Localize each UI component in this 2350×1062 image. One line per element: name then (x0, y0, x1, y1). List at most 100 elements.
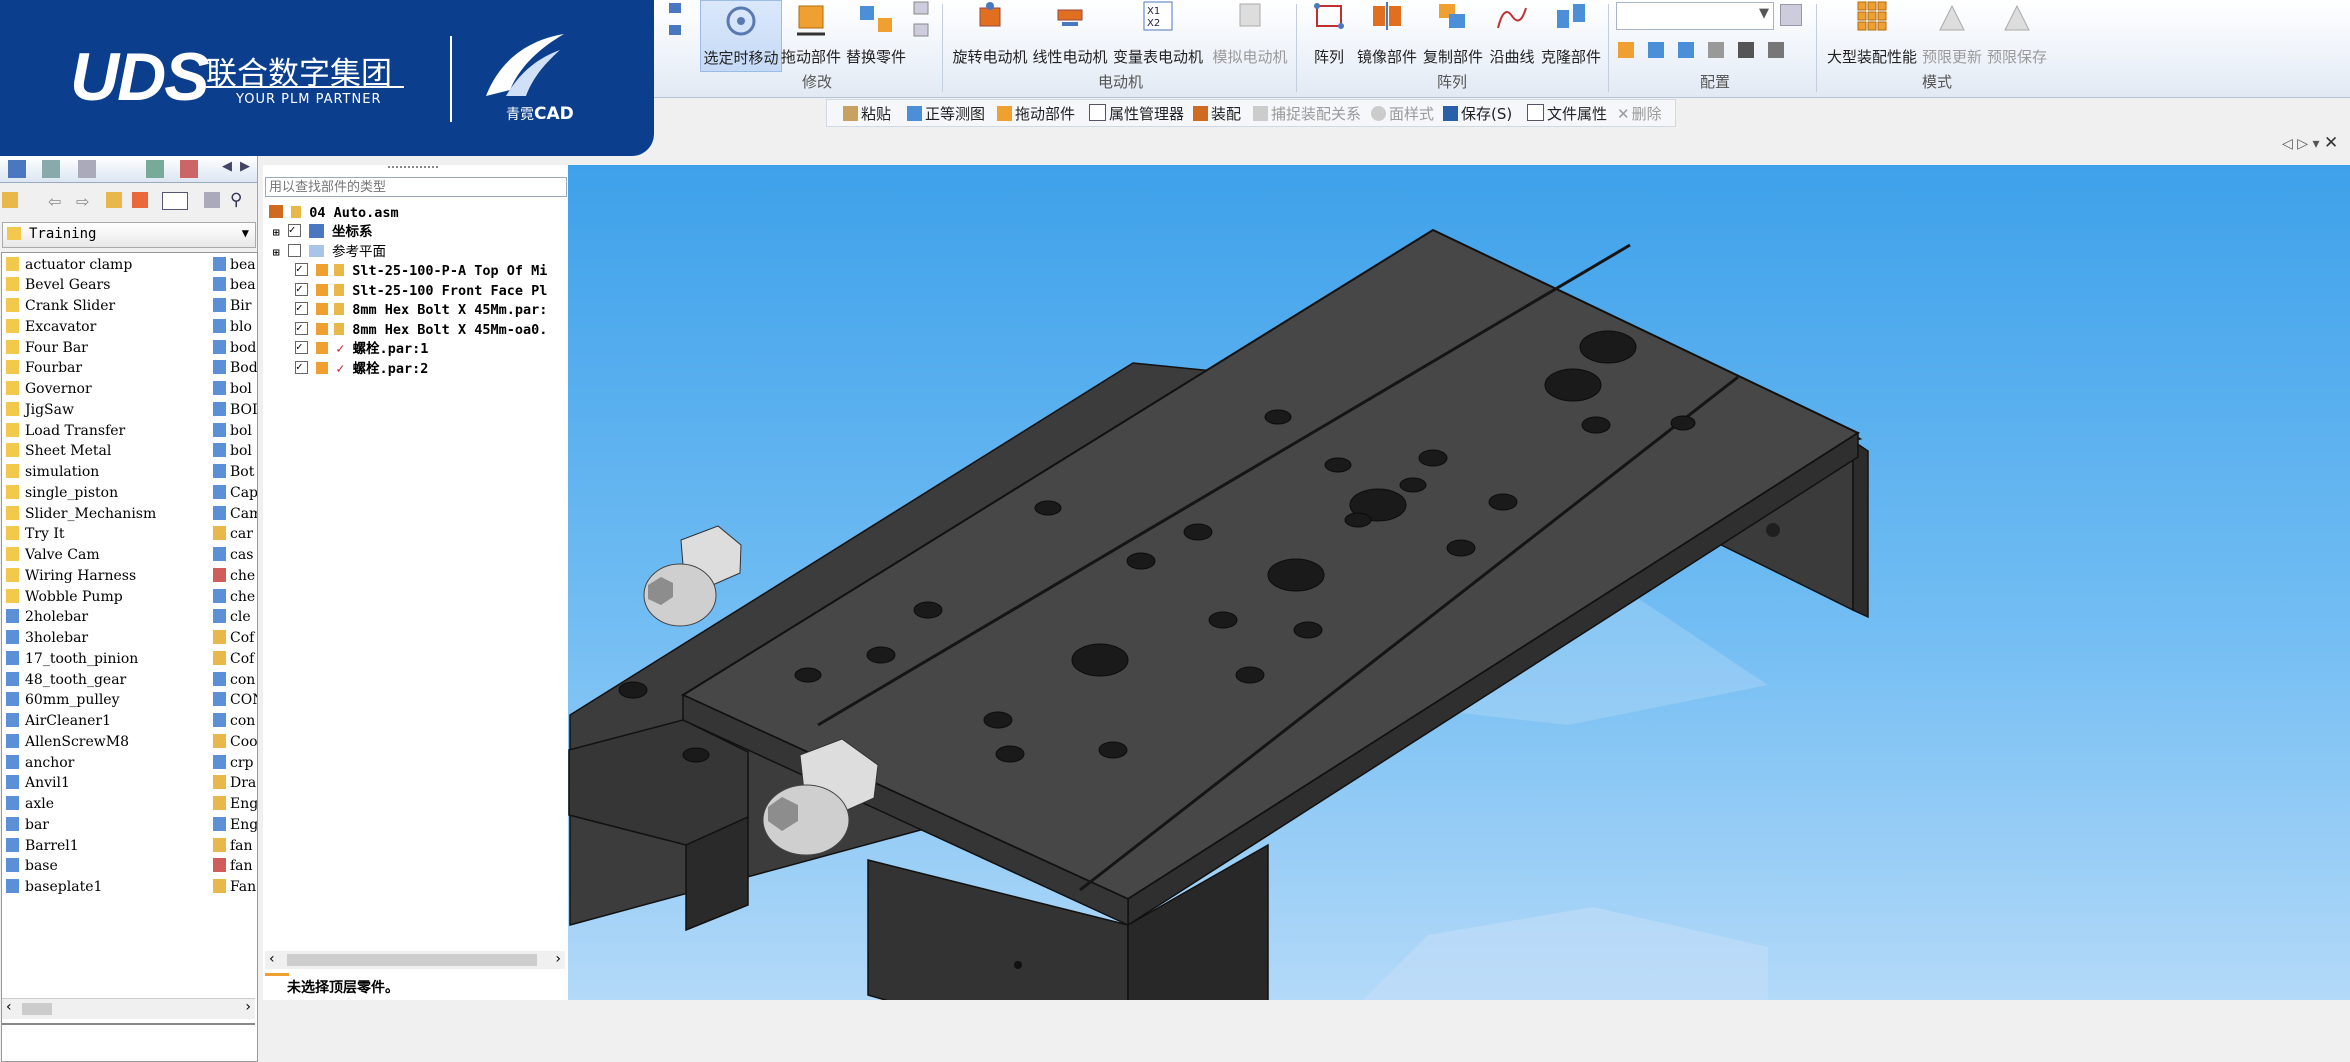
library-item[interactable]: con (213, 711, 257, 731)
limit-update-button[interactable]: 预限更新 (1920, 0, 1984, 70)
visibility-checkbox[interactable] (295, 318, 308, 337)
replace-part-button[interactable]: 替换零件 (845, 0, 907, 70)
nav-right-icon[interactable]: ▷ (2297, 136, 2308, 152)
copy-part-button[interactable]: 复制部件 (1420, 0, 1486, 70)
visibility-checkbox[interactable] (295, 337, 308, 356)
library-item[interactable]: Bir (213, 296, 257, 316)
library-item[interactable]: Excavator (6, 317, 96, 337)
library-item[interactable]: Dra (213, 773, 257, 793)
config-settings-icon[interactable] (1780, 4, 1802, 26)
library-item[interactable]: 17_tooth_pinion (6, 649, 138, 669)
tab-library-icon[interactable] (8, 160, 26, 178)
isometric-view-command[interactable]: 正等测图 (907, 103, 985, 124)
library-item[interactable]: con (213, 670, 257, 690)
library-item[interactable]: bea (213, 255, 257, 275)
library-item[interactable]: Bevel Gears (6, 275, 110, 295)
library-item[interactable]: Cap (213, 483, 257, 503)
library-item[interactable]: Crank Slider (6, 296, 115, 316)
configuration-dropdown[interactable]: ▼ (1616, 2, 1774, 30)
mini-tool-column[interactable] (668, 0, 682, 70)
tab-tree-icon[interactable] (42, 160, 60, 178)
chevron-left-icon[interactable]: ‹ (269, 951, 275, 967)
library-item[interactable]: Wobble Pump (6, 587, 123, 607)
library-item[interactable]: blo (213, 317, 257, 337)
library-item[interactable]: 3holebar (6, 628, 88, 648)
library-item[interactable]: che (213, 566, 257, 586)
chevron-down-icon[interactable]: ▾ (2312, 136, 2319, 152)
scroll-thumb[interactable] (22, 1003, 52, 1015)
drag-part-command[interactable]: 拖动部件 (997, 103, 1075, 124)
library-item[interactable]: bol (213, 379, 257, 399)
expand-icon[interactable]: ⊞ (273, 246, 280, 259)
library-item[interactable]: 48_tooth_gear (6, 670, 126, 690)
chevron-left-icon[interactable]: ‹ (6, 999, 12, 1015)
property-manager-command[interactable]: 属性管理器 (1089, 103, 1184, 124)
library-item[interactable]: AllenScrewM8 (6, 732, 129, 752)
replace-extra-tools[interactable] (912, 0, 932, 70)
face-style-command[interactable]: 面样式 (1371, 103, 1434, 124)
clone-part-button[interactable]: 克隆部件 (1538, 0, 1604, 70)
library-item[interactable]: axle (6, 794, 54, 814)
library-item[interactable]: fan (213, 856, 257, 876)
library-item[interactable]: Try It (6, 524, 65, 544)
chevron-left-icon[interactable]: ◀ (222, 159, 232, 174)
tree-node[interactable]: ⊞ 参考平面 (273, 243, 386, 262)
delete-command[interactable]: ✕ 删除 (1617, 103, 1662, 124)
library-item[interactable]: simulation (6, 462, 99, 482)
library-item[interactable]: CON (213, 690, 257, 710)
splitter-grip[interactable] (388, 166, 438, 171)
chevron-right-icon[interactable]: ▶ (240, 159, 250, 174)
library-item[interactable]: Fan (213, 877, 257, 897)
library-item[interactable]: cas (213, 545, 257, 565)
library-item[interactable]: fan (213, 836, 257, 856)
library-item[interactable]: 2holebar (6, 607, 88, 627)
mirror-part-button[interactable]: 镜像部件 (1354, 0, 1420, 70)
library-item[interactable]: actuator clamp (6, 255, 132, 275)
tree-node[interactable]: ✓ 螺栓.par:1 (295, 337, 428, 359)
search-icon[interactable]: ⚲ (230, 190, 242, 210)
library-item[interactable]: Cam (213, 504, 257, 524)
library-item[interactable]: single_piston (6, 483, 118, 503)
visibility-checkbox[interactable] (287, 244, 301, 257)
chevron-right-icon[interactable]: › (555, 951, 561, 967)
linear-motor-button[interactable]: 线性电动机 (1030, 0, 1110, 70)
tree-hscrollbar[interactable]: ‹ › (265, 951, 565, 969)
tree-node[interactable]: Slt-25-100-P-A Top Of Mi (295, 259, 547, 281)
library-item[interactable]: bol (213, 441, 257, 461)
visibility-checkbox[interactable] (295, 357, 308, 376)
library-item[interactable]: Four Bar (6, 338, 88, 358)
tree-node[interactable]: ✓ 螺栓.par:2 (295, 357, 428, 379)
library-item[interactable]: Cof (213, 649, 257, 669)
library-item[interactable]: Eng (213, 815, 257, 835)
back-icon[interactable]: ⇦ (48, 192, 61, 211)
library-item[interactable]: 60mm_pulley (6, 690, 120, 710)
part-search-input[interactable] (265, 177, 567, 197)
paste-command[interactable]: 粘贴 (843, 103, 891, 124)
move-selected-button[interactable]: 选定时移动 (700, 0, 782, 72)
library-item[interactable]: JigSaw (6, 400, 74, 420)
assembly-command[interactable]: 装配 (1193, 103, 1241, 124)
simulate-motor-button[interactable]: 模拟电动机 (1208, 0, 1292, 70)
library-item[interactable]: bea (213, 275, 257, 295)
library-item[interactable]: Cof (213, 628, 257, 648)
variable-motor-button[interactable]: X1 X2 变量表电动机 (1110, 0, 1206, 70)
file-properties-command[interactable]: 文件属性 (1527, 103, 1607, 124)
visibility-checkbox[interactable] (287, 220, 301, 239)
large-assembly-button[interactable]: 大型装配性能 (1824, 0, 1920, 70)
favorites-icon[interactable] (132, 192, 148, 208)
chevron-right-icon[interactable]: › (245, 999, 251, 1015)
library-item[interactable]: Governor (6, 379, 92, 399)
library-item[interactable]: Anvil1 (6, 773, 70, 793)
library-item[interactable]: Coo (213, 732, 257, 752)
folder-up-icon[interactable] (2, 192, 18, 208)
library-item[interactable]: bod (213, 338, 257, 358)
capture-mate-command[interactable]: 捕捉装配关系 (1253, 103, 1361, 124)
view-options-icon[interactable] (162, 192, 188, 210)
library-item[interactable]: Eng (213, 794, 257, 814)
library-item[interactable]: crp (213, 753, 257, 773)
library-item[interactable]: cle (213, 607, 257, 627)
library-item[interactable]: base (6, 856, 58, 876)
forward-icon[interactable]: ⇨ (76, 192, 89, 211)
visibility-checkbox[interactable] (295, 298, 308, 317)
scroll-thumb[interactable] (287, 954, 537, 966)
